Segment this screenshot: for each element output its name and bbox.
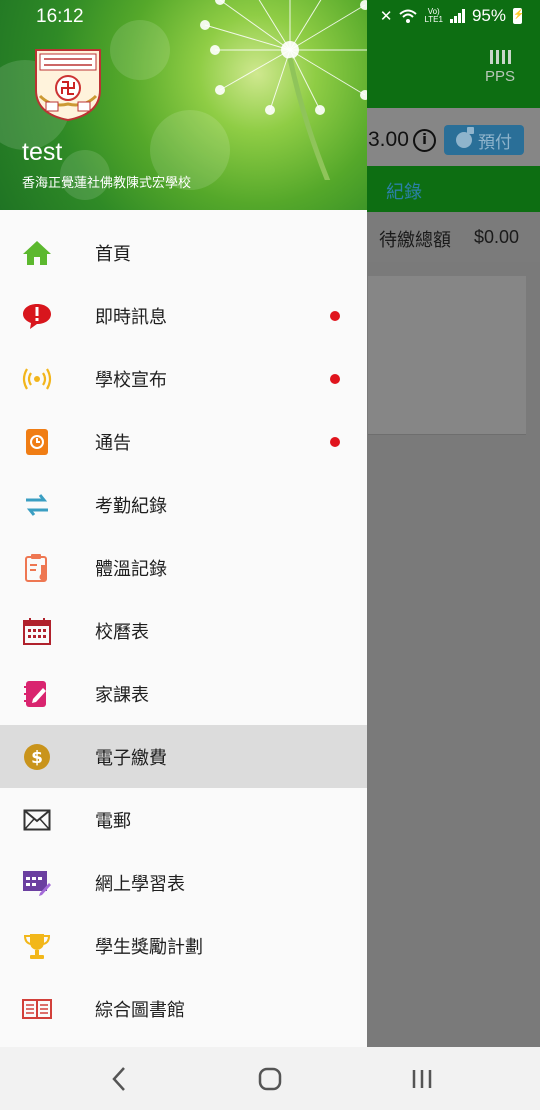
menu-item-notice[interactable]: 通告	[0, 410, 367, 473]
menu-item-library[interactable]: 綜合圖書館	[0, 977, 367, 1040]
menu-item-label: 網上學習表	[95, 873, 185, 895]
menu-item-student-reward[interactable]: 學生獎勵計劃	[0, 914, 367, 977]
drawer-menu: 首頁 即時訊息 學校宣布 通告 考勤紀錄 體溫記錄 校曆表 家課表 $ 電子繳費…	[0, 221, 367, 1040]
menu-item-online-learning[interactable]: 網上學習表	[0, 851, 367, 914]
thermometer-clipboard-icon	[22, 553, 52, 583]
home-button-icon[interactable]	[258, 1067, 282, 1091]
broadcast-icon	[22, 364, 52, 394]
menu-item-label: 即時訊息	[95, 306, 167, 328]
home-icon	[22, 238, 52, 268]
menu-item-label: 學校宣布	[95, 369, 167, 391]
menu-item-label: 學生獎勵計劃	[95, 936, 203, 958]
menu-item-label: 電郵	[95, 810, 131, 832]
online-timetable-icon	[22, 868, 52, 898]
battery-percent: 95%	[471, 6, 506, 25]
menu-item-label: 體溫記錄	[95, 558, 167, 580]
payment-card	[368, 276, 526, 435]
menu-item-school-announcement[interactable]: 學校宣布	[0, 347, 367, 410]
tab-record[interactable]: 紀錄	[386, 178, 422, 204]
menu-item-label: 校曆表	[95, 621, 149, 643]
menu-item-school-calendar[interactable]: 校曆表	[0, 599, 367, 662]
calendar-icon	[22, 616, 52, 646]
menu-item-instant-message[interactable]: 即時訊息	[0, 284, 367, 347]
prepay-label: 預付	[478, 132, 512, 153]
menu-item-homework[interactable]: 家課表	[0, 662, 367, 725]
mute-icon: ✕	[379, 8, 393, 25]
chat-alert-icon	[22, 301, 52, 331]
menu-item-label: 綜合圖書館	[95, 999, 185, 1021]
menu-item-e-payment[interactable]: $ 電子繳費	[0, 725, 367, 788]
add-coin-icon	[456, 127, 474, 148]
menu-item-email[interactable]: 電郵	[0, 788, 367, 851]
school-logo	[35, 49, 101, 122]
battery-icon	[513, 8, 524, 24]
status-time: 16:12	[36, 6, 84, 27]
trophy-icon	[22, 931, 52, 961]
menu-item-temperature[interactable]: 體溫記錄	[0, 536, 367, 599]
due-total-label: 待繳總額	[379, 230, 451, 251]
menu-item-label: 考勤紀錄	[95, 495, 167, 517]
info-icon[interactable]: i	[413, 129, 436, 152]
menu-item-attendance[interactable]: 考勤紀錄	[0, 473, 367, 536]
navigation-drawer: test 香海正覺蓮社佛教陳式宏學校 首頁 即時訊息 學校宣布 通告 考勤紀錄 …	[0, 0, 367, 1047]
unread-badge	[330, 373, 340, 384]
signal-icon	[449, 9, 465, 23]
user-name: test	[22, 138, 63, 166]
wifi-icon	[399, 9, 418, 23]
dollar-coin-icon: $	[22, 742, 52, 772]
menu-item-label: 電子繳費	[95, 747, 167, 769]
balance-amount: 3.00	[368, 128, 409, 151]
transfer-arrows-icon	[22, 490, 52, 520]
volte-indicator: Vo) LTE1	[424, 7, 443, 24]
book-icon	[22, 994, 52, 1024]
menu-item-label: 首頁	[95, 243, 131, 265]
notice-icon	[22, 427, 52, 457]
school-name: 香海正覺蓮社佛教陳式宏學校	[22, 176, 192, 191]
pps-label: PPS	[484, 68, 515, 85]
unread-badge	[330, 436, 340, 447]
unread-badge	[330, 310, 340, 321]
pps-button[interactable]: PPS	[480, 50, 520, 85]
status-bar: 16:12 ✕ Vo) LTE1 95%	[0, 0, 540, 33]
envelope-icon	[22, 805, 52, 835]
svg-text:$: $	[31, 748, 43, 768]
menu-item-label: 通告	[95, 432, 131, 454]
barcode-icon	[480, 50, 520, 64]
system-nav-bar	[0, 1047, 540, 1110]
homework-notebook-icon	[22, 679, 52, 709]
menu-item-label: 家課表	[95, 684, 149, 706]
prepay-button[interactable]: 預付	[444, 125, 524, 155]
due-total-value: $0.00	[474, 227, 520, 247]
menu-item-home[interactable]: 首頁	[0, 221, 367, 284]
status-icons: ✕ Vo) LTE1 95%	[379, 6, 524, 26]
back-icon[interactable]	[108, 1065, 130, 1093]
recent-apps-icon[interactable]	[410, 1068, 434, 1090]
